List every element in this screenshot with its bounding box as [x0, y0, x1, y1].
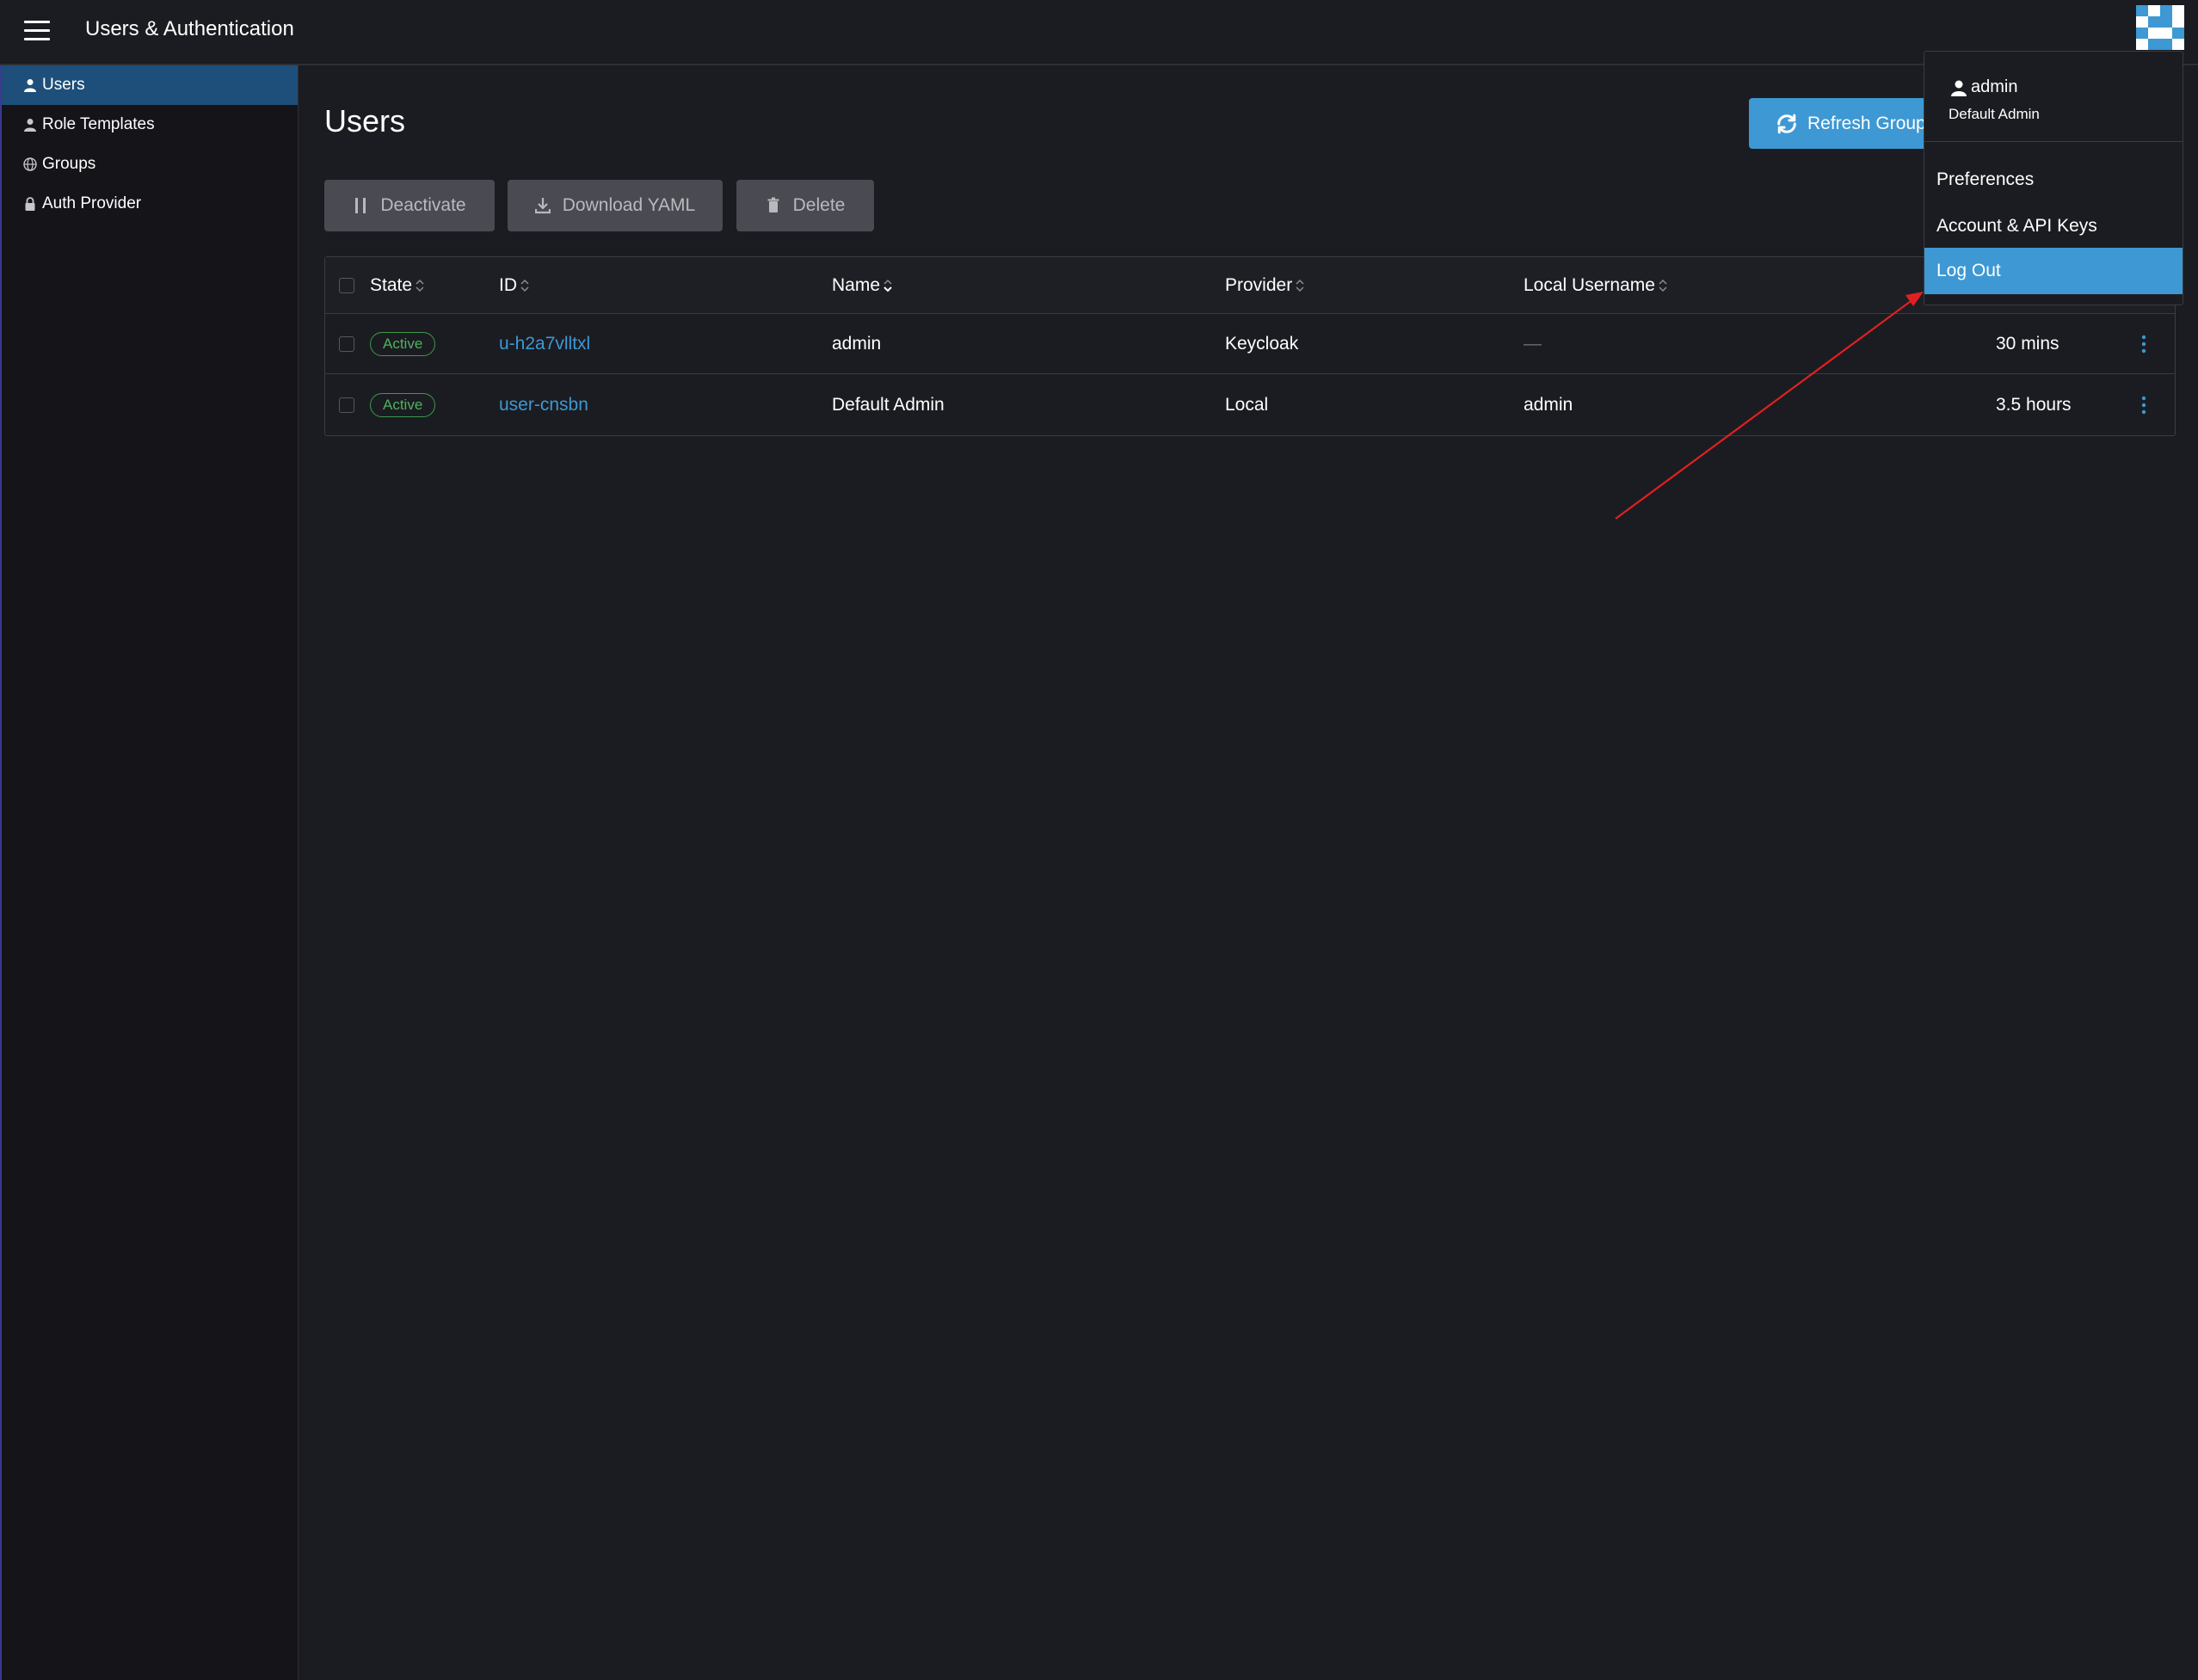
sort-icon [1659, 279, 1667, 292]
menu-item-log-out[interactable]: Log Out [1924, 248, 2183, 294]
menu-item-preferences[interactable]: Preferences [1924, 157, 2183, 203]
row-checkbox[interactable] [339, 397, 354, 413]
state-cell: Active [370, 314, 436, 373]
refresh-group-label: Refresh Group [1807, 113, 1926, 133]
annotation-arrow [1615, 292, 1924, 520]
sort-icon [520, 279, 529, 292]
sidebar-item-label: Role Templates [42, 115, 155, 133]
sidebar-item-auth-provider[interactable]: Auth Provider [2, 184, 298, 224]
pause-icon [355, 198, 366, 213]
deactivate-button[interactable]: Deactivate [324, 180, 495, 231]
sidebar-item-label: Auth Provider [42, 194, 142, 212]
lock-icon [22, 196, 38, 212]
refresh-icon [1777, 114, 1796, 133]
column-header-id-label: ID [499, 274, 517, 295]
user-id-link[interactable]: user-cnsbn [499, 375, 588, 435]
delete-label: Delete [792, 195, 846, 215]
user-provider: Local [1225, 395, 1269, 415]
select-all-checkbox-cell [339, 257, 354, 313]
column-header-name-label: Name [832, 274, 881, 295]
user-menu-username: admin [1950, 77, 2017, 97]
globe-icon [22, 157, 38, 172]
app-title: Users & Authentication [85, 17, 294, 40]
hamburger-menu-icon[interactable] [24, 21, 50, 41]
user-name: admin [832, 333, 882, 354]
sidebar-item-role-templates[interactable]: Role Templates [2, 105, 298, 145]
sort-icon [1296, 279, 1304, 292]
user-age: 3.5 hours [1996, 395, 2072, 415]
user-provider: Keycloak [1225, 333, 1299, 354]
sidebar-item-label: Groups [42, 155, 96, 173]
sort-icon [416, 279, 424, 292]
delete-button[interactable]: Delete [736, 180, 874, 231]
user-local-username: admin [1524, 395, 1573, 415]
user-icon [22, 77, 38, 93]
row-checkbox-cell [339, 314, 354, 373]
select-all-checkbox[interactable] [339, 277, 354, 293]
sidebar: Users Role Templates Groups Auth Provide… [0, 65, 299, 1680]
user-menu-dropdown: admin Default Admin Preferences Account … [1924, 51, 2183, 305]
table-header: State ID Name Provider Local Username [325, 257, 2175, 314]
user-icon [22, 117, 38, 132]
row-actions-kebab-icon[interactable] [2140, 314, 2147, 373]
trash-icon [767, 197, 779, 212]
page: Users & Authentication Users Role Templa… [0, 0, 2198, 1680]
table-row: Active user-cnsbn Default Admin Local ad… [325, 375, 2175, 435]
download-yaml-button[interactable]: Download YAML [508, 180, 723, 231]
row-checkbox-cell [339, 375, 354, 435]
sort-down-icon [884, 279, 892, 292]
sidebar-item-label: Users [42, 76, 85, 94]
column-header-provider[interactable]: Provider [1225, 257, 1305, 313]
download-icon [534, 198, 551, 214]
user-age: 30 mins [1996, 333, 2059, 354]
status-badge: Active [370, 331, 436, 356]
users-table: State ID Name Provider Local Username Ac… [324, 256, 2176, 436]
state-cell: Active [370, 375, 436, 435]
user-menu-username-label: admin [1971, 77, 2018, 96]
page-title: Users [324, 103, 406, 138]
user-menu-display-name: Default Admin [1949, 106, 2040, 122]
user-menu-divider [1924, 141, 2183, 142]
user-id-link[interactable]: u-h2a7vlltxl [499, 314, 590, 373]
column-header-state[interactable]: State [370, 257, 425, 313]
user-local-username: — [1524, 333, 1542, 354]
column-header-local-username-label: Local Username [1524, 274, 1655, 295]
column-header-state-label: State [370, 274, 413, 295]
column-header-name[interactable]: Name [832, 257, 893, 313]
status-badge: Active [370, 393, 436, 417]
column-header-local-username[interactable]: Local Username [1524, 257, 1668, 313]
row-checkbox[interactable] [339, 335, 354, 352]
download-yaml-label: Download YAML [562, 195, 696, 215]
row-actions-kebab-icon[interactable] [2140, 375, 2147, 435]
user-avatar-icon[interactable] [2136, 5, 2184, 50]
column-header-id[interactable]: ID [499, 257, 530, 313]
user-name: Default Admin [832, 395, 945, 415]
menu-item-account-api-keys[interactable]: Account & API Keys [1924, 203, 2183, 249]
top-header: Users & Authentication [0, 0, 2198, 65]
column-header-provider-label: Provider [1225, 274, 1293, 295]
sidebar-item-users[interactable]: Users [2, 65, 298, 105]
table-row: Active u-h2a7vlltxl admin Keycloak — 30 … [325, 314, 2175, 374]
user-icon [1951, 80, 1967, 96]
sidebar-item-groups[interactable]: Groups [2, 145, 298, 184]
deactivate-label: Deactivate [380, 195, 466, 215]
